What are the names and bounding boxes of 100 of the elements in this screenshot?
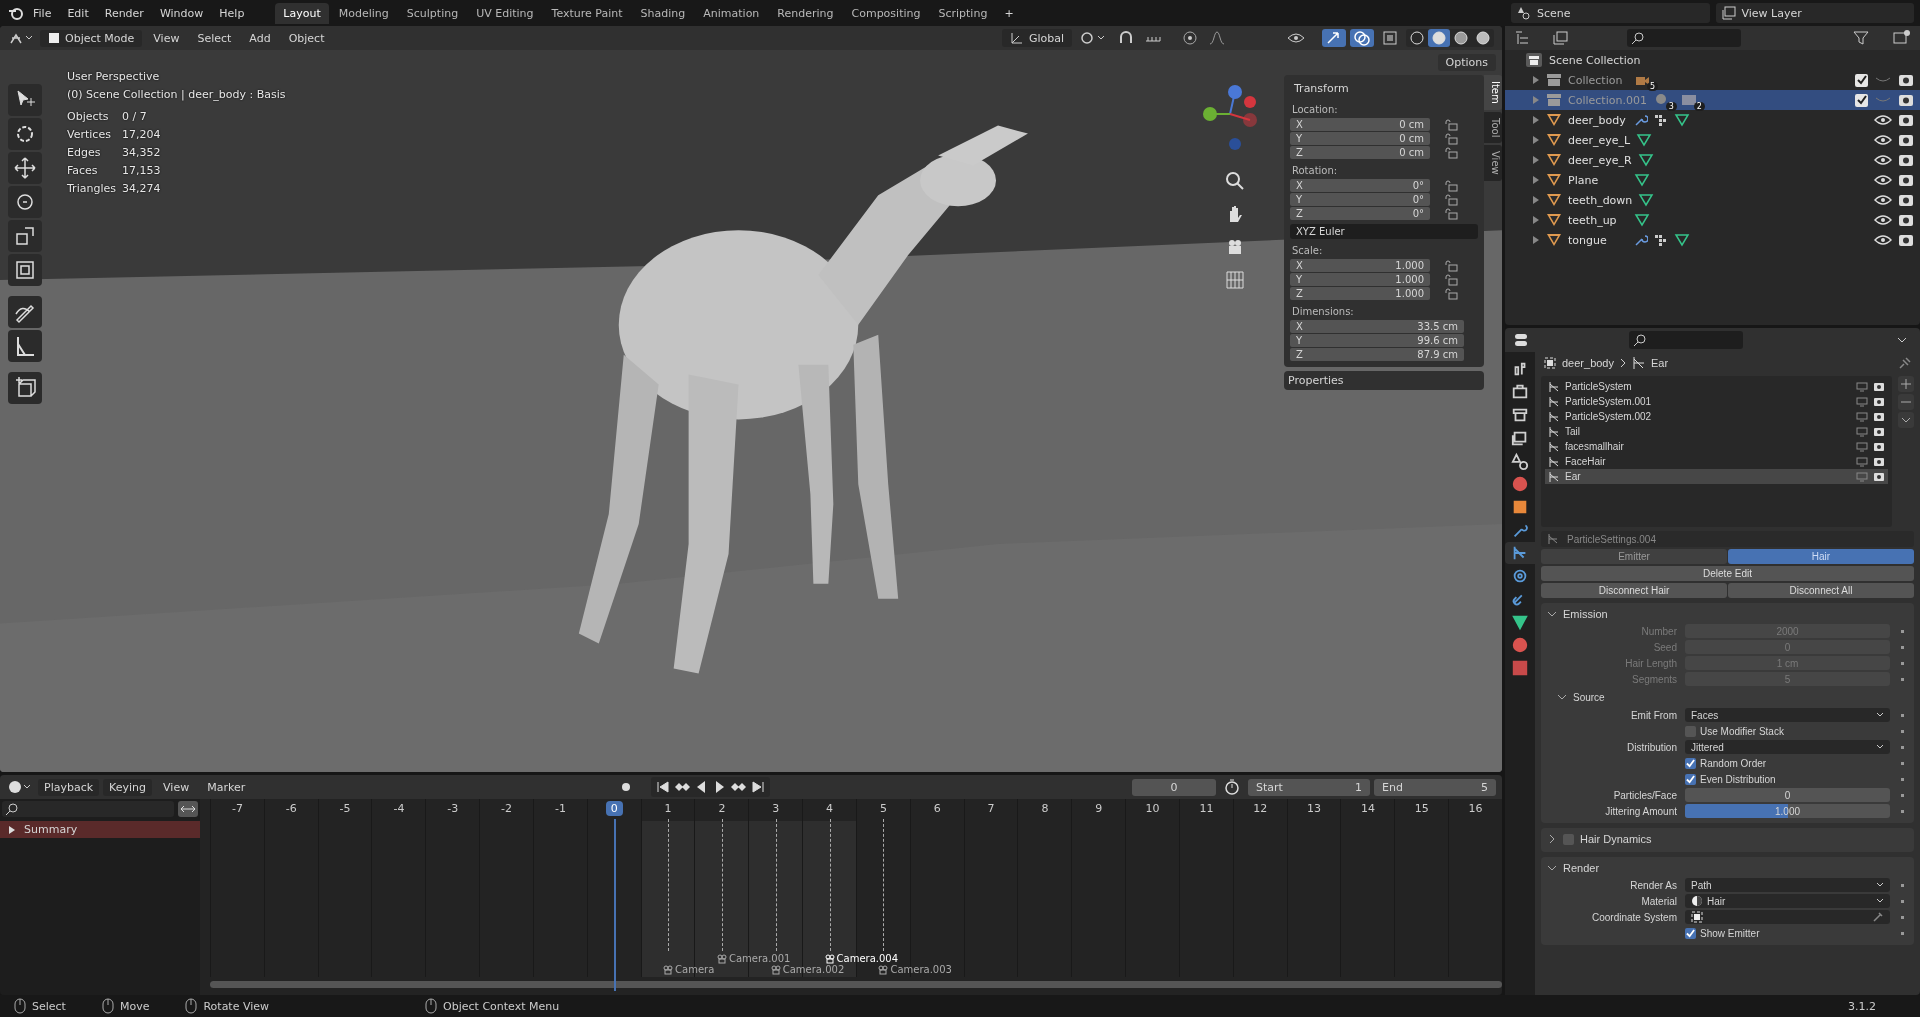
eye-icon[interactable] [1874, 173, 1892, 187]
checkbox[interactable] [1855, 93, 1868, 107]
tool-button[interactable] [8, 84, 42, 116]
number-field[interactable]: Y 0° [1290, 193, 1430, 206]
list-item[interactable]: FaceHair [1545, 454, 1888, 469]
checkbox[interactable] [1685, 927, 1696, 939]
menu-item[interactable]: Marker [200, 777, 253, 797]
dropdown-icon[interactable] [1898, 412, 1914, 428]
camera-marker[interactable]: Camera.004 [823, 953, 899, 964]
blender-logo-icon[interactable] [8, 5, 24, 21]
camera-marker[interactable]: Camera.001 [715, 953, 791, 964]
outliner-item[interactable]: Scene Collection [1505, 50, 1920, 70]
checkbox[interactable] [1685, 725, 1696, 737]
number-field[interactable]: Y 0 cm [1290, 132, 1430, 145]
camera-icon[interactable] [1873, 471, 1885, 482]
mode-dropdown[interactable]: Object Mode [40, 29, 143, 47]
workspace-tab[interactable]: Scripting [930, 2, 996, 24]
menu-dropdown[interactable]: Keying [103, 778, 153, 796]
camera-icon[interactable] [1898, 233, 1914, 247]
menu-item[interactable]: File [26, 3, 59, 23]
expand-arrow-icon[interactable] [8, 825, 16, 834]
menu-item[interactable]: Object [281, 28, 332, 48]
current-frame-field[interactable]: 0 [1132, 778, 1216, 796]
search-field[interactable] [1629, 331, 1743, 349]
menu-item[interactable]: Window [152, 3, 211, 23]
camera-marker[interactable]: Camera.003 [877, 964, 952, 975]
camera-icon[interactable] [1873, 411, 1885, 422]
number-field[interactable]: Y 1.000 [1290, 273, 1430, 286]
menu-item[interactable]: View [156, 777, 197, 797]
workspace-tab[interactable]: Shading [632, 2, 694, 24]
add-workspace-button[interactable]: + [997, 3, 1021, 23]
disconnect-button[interactable]: Disconnect All [1728, 583, 1914, 598]
camera-icon[interactable] [1873, 456, 1885, 467]
outliner-item[interactable]: teeth_down [1505, 190, 1920, 210]
number-field[interactable]: X 33.5 cm [1290, 320, 1464, 333]
camera-marker[interactable]: Camera.002 [769, 964, 845, 975]
workspace-tab[interactable]: Texture Paint [543, 2, 631, 24]
camera-icon[interactable] [1898, 153, 1914, 167]
lock-icon[interactable] [1444, 179, 1458, 192]
number-field[interactable]: 0 [1685, 788, 1890, 802]
number-field[interactable]: Y 99.6 cm [1290, 334, 1464, 347]
workspace-tab[interactable]: Animation [695, 2, 768, 24]
dropdown-field[interactable]: Faces [1685, 708, 1890, 722]
camera-icon[interactable] [1898, 213, 1914, 227]
panel-header[interactable]: Properties [1284, 371, 1484, 390]
workspace-tab[interactable]: Sculpting [398, 2, 467, 24]
menu-item[interactable]: Help [212, 3, 252, 23]
camera-marker[interactable]: Camera [662, 964, 715, 975]
checkbox[interactable] [1563, 833, 1574, 845]
pin-icon[interactable] [1898, 356, 1912, 370]
monitor-icon[interactable] [1856, 426, 1868, 437]
number-field[interactable]: X 0 cm [1290, 118, 1430, 131]
number-field[interactable]: X 1.000 [1290, 259, 1430, 272]
outliner-item[interactable]: Collection.001 3 2 [1505, 90, 1920, 110]
eye-icon[interactable] [1874, 153, 1892, 167]
tool-button[interactable] [8, 372, 42, 404]
number-field[interactable]: X 0° [1290, 179, 1430, 192]
expand-arrow-icon[interactable] [1532, 196, 1540, 204]
tool-button[interactable] [8, 254, 42, 286]
list-item[interactable]: ParticleSystem.001 [1545, 394, 1888, 409]
lock-icon[interactable] [1444, 193, 1458, 206]
expand-arrow-icon[interactable] [1532, 156, 1540, 164]
delete-edit-button[interactable]: Delete Edit [1541, 566, 1914, 581]
lock-icon[interactable] [1444, 207, 1458, 220]
eye-icon[interactable] [1874, 233, 1892, 247]
list-item[interactable]: Ear [1545, 469, 1888, 484]
monitor-icon[interactable] [1856, 411, 1868, 422]
workspace-tab[interactable]: Rendering [769, 2, 842, 24]
panel-header[interactable]: Transform [1290, 79, 1478, 98]
menu-item[interactable]: View [146, 28, 187, 48]
workspace-tab[interactable]: Layout [275, 2, 329, 24]
sidebar-tab[interactable]: Tool [1484, 111, 1502, 144]
lock-icon[interactable] [1444, 259, 1458, 272]
camera-icon[interactable] [1898, 93, 1914, 107]
view-layer-selector[interactable]: View Layer [1715, 3, 1914, 23]
tool-button[interactable] [8, 186, 42, 218]
expand-arrow-icon[interactable] [1532, 76, 1540, 84]
expand-arrow-icon[interactable] [1532, 136, 1540, 144]
panel-header[interactable]: Emission [1547, 605, 1908, 623]
menu-item[interactable]: Add [242, 28, 278, 48]
add-icon[interactable] [1898, 376, 1914, 392]
expand-arrow-icon[interactable] [1532, 176, 1540, 184]
menu-item[interactable]: Edit [60, 3, 96, 23]
monitor-icon[interactable] [1856, 396, 1868, 407]
sidebar-tab[interactable]: Item [1484, 75, 1502, 110]
search-field[interactable] [2, 801, 174, 817]
overlay-icon[interactable] [1350, 29, 1374, 47]
eye-icon[interactable] [1874, 133, 1892, 147]
dropdown-field[interactable]: Jittered [1685, 740, 1890, 754]
tool-button[interactable] [8, 330, 42, 362]
subpanel-header[interactable]: Source [1547, 691, 1605, 703]
object-field[interactable] [1685, 910, 1890, 924]
scene-selector[interactable]: Scene [1511, 3, 1710, 23]
workspace-tab[interactable]: Modeling [330, 2, 397, 24]
checkbox[interactable] [1855, 73, 1868, 87]
number-field[interactable]: Z 0° [1290, 207, 1430, 220]
scrollbar[interactable] [210, 980, 1502, 988]
eye-icon[interactable] [1874, 193, 1892, 207]
outliner-item[interactable]: deer_eye_L [1505, 130, 1920, 150]
camera-icon[interactable] [1873, 381, 1885, 392]
